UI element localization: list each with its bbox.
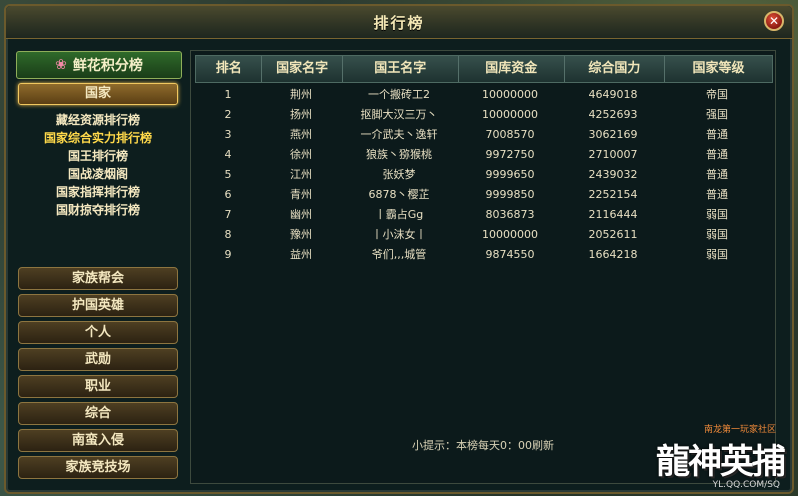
cell-power: 4649018 xyxy=(588,88,638,101)
sub-item-national-power-rank[interactable]: 国家综合实力排行榜 xyxy=(18,129,178,147)
cell-treasury: 10000000 xyxy=(482,108,538,121)
header-king-name: 国王名字 xyxy=(343,56,459,82)
cell-level: 普通 xyxy=(706,188,728,201)
cell-power: 1664218 xyxy=(588,248,638,261)
category-overall-button[interactable]: 综合 xyxy=(18,402,178,425)
cell-rank: 7 xyxy=(224,208,232,221)
table-row[interactable]: 8 豫州 丨小沫女丨 10000000 2052611 弱国 xyxy=(195,225,771,245)
cell-country: 燕州 xyxy=(290,128,312,141)
header-national-power: 综合国力 xyxy=(565,56,665,82)
window-title: 排行榜 xyxy=(373,14,425,32)
cell-king: 丨霸占Gg xyxy=(374,208,424,221)
sub-item-command-rank[interactable]: 国家指挥排行榜 xyxy=(18,183,178,201)
cell-king: 一个搬砖工2 xyxy=(368,88,430,101)
cell-treasury: 9874550 xyxy=(485,248,535,261)
cell-king: 张妖梦 xyxy=(382,168,416,181)
title-bar[interactable]: 排行榜 ✕ xyxy=(6,6,792,39)
cell-country: 徐州 xyxy=(290,148,312,161)
category-invasion-button[interactable]: 南蛮入侵 xyxy=(18,429,178,452)
header-treasury: 国库资金 xyxy=(459,56,565,82)
category-hero-button[interactable]: 护国英雄 xyxy=(18,294,178,317)
category-panel: ❀ 鲜花积分榜 国家 藏经资源排行榜 国家综合实力排行榜 国王排行榜 国战凌烟阁… xyxy=(16,51,182,481)
cell-treasury: 7008570 xyxy=(485,128,535,141)
cell-level: 普通 xyxy=(706,128,728,141)
header-rank: 排名 xyxy=(196,56,263,82)
cell-level: 弱国 xyxy=(706,228,728,241)
category-country-button[interactable]: 国家 xyxy=(18,83,178,105)
table-row[interactable]: 3 燕州 一介武夫丶逸轩 7008570 3062169 普通 xyxy=(195,125,771,145)
header-country-name: 国家名字 xyxy=(262,56,343,82)
category-merit-button[interactable]: 武勋 xyxy=(18,348,178,371)
cell-treasury: 9972750 xyxy=(485,148,535,161)
cell-king: 6878丶樱芷 xyxy=(368,188,430,201)
cell-power: 2052611 xyxy=(588,228,638,241)
cell-king: 一介武夫丶逸轩 xyxy=(360,128,438,141)
cell-country: 幽州 xyxy=(290,208,312,221)
cell-rank: 5 xyxy=(224,168,232,181)
cell-treasury: 10000000 xyxy=(482,88,538,101)
cell-level: 弱国 xyxy=(706,248,728,261)
cell-rank: 3 xyxy=(224,128,232,141)
sub-category-list: 藏经资源排行榜 国家综合实力排行榜 国王排行榜 国战凌烟阁 国家指挥排行榜 国财… xyxy=(18,111,178,219)
close-icon[interactable]: ✕ xyxy=(764,11,784,31)
flower-icon: ❀ xyxy=(55,57,67,73)
category-personal-button[interactable]: 个人 xyxy=(18,321,178,344)
table-header: 排名 国家名字 国王名字 国库资金 综合国力 国家等级 xyxy=(195,55,773,83)
cell-level: 普通 xyxy=(706,148,728,161)
cell-rank: 1 xyxy=(224,88,232,101)
cell-rank: 2 xyxy=(224,108,232,121)
cell-power: 3062169 xyxy=(588,128,638,141)
cell-treasury: 9999650 xyxy=(485,168,535,181)
table-row[interactable]: 5 江州 张妖梦 9999650 2439032 普通 xyxy=(195,165,771,185)
cell-rank: 8 xyxy=(224,228,232,241)
cell-power: 2439032 xyxy=(588,168,638,181)
sub-item-plunder-rank[interactable]: 国财掠夺排行榜 xyxy=(18,201,178,219)
table-row[interactable]: 2 扬州 抠脚大汉三万丶 10000000 4252693 强国 xyxy=(195,105,771,125)
table-row[interactable]: 6 青州 6878丶樱芷 9999850 2252154 普通 xyxy=(195,185,771,205)
flower-rank-button[interactable]: ❀ 鲜花积分榜 xyxy=(16,51,182,79)
cell-king: 抠脚大汉三万丶 xyxy=(360,108,438,121)
cell-power: 4252693 xyxy=(588,108,638,121)
table-row[interactable]: 1 荆州 一个搬砖工2 10000000 4649018 帝国 xyxy=(195,85,771,105)
cell-country: 青州 xyxy=(290,188,312,201)
cell-power: 2710007 xyxy=(588,148,638,161)
cell-level: 弱国 xyxy=(706,208,728,221)
cell-rank: 4 xyxy=(224,148,232,161)
logo-url: YL.QQ.COM/SQ xyxy=(712,480,780,490)
game-logo: 南龙第一玩家社区 龍神英捕 YL.QQ.COM/SQ xyxy=(646,420,794,492)
sub-item-king-rank[interactable]: 国王排行榜 xyxy=(18,147,178,165)
table-row[interactable]: 4 徐州 狼族丶猕猴桃 9972750 2710007 普通 xyxy=(195,145,771,165)
cell-power: 2116444 xyxy=(588,208,638,221)
cell-king: 丨小沫女丨 xyxy=(371,228,427,241)
cell-country: 豫州 xyxy=(290,228,312,241)
cell-power: 2252154 xyxy=(588,188,638,201)
ranking-table-panel: 排名 国家名字 国王名字 国库资金 综合国力 国家等级 1 荆州 一个搬砖工2 … xyxy=(190,50,776,484)
header-country-level: 国家等级 xyxy=(692,61,745,76)
category-clan-arena-button[interactable]: 家族竞技场 xyxy=(18,456,178,479)
cell-treasury: 9999850 xyxy=(485,188,535,201)
cell-level: 强国 xyxy=(706,108,728,121)
cell-king: 狼族丶猕猴桃 xyxy=(366,148,432,161)
cell-rank: 6 xyxy=(224,188,232,201)
cell-treasury: 8036873 xyxy=(485,208,535,221)
cell-country: 荆州 xyxy=(290,88,312,101)
table-row[interactable]: 7 幽州 丨霸占Gg 8036873 2116444 弱国 xyxy=(195,205,771,225)
cell-rank: 9 xyxy=(224,248,232,261)
cell-level: 帝国 xyxy=(706,88,728,101)
category-profession-button[interactable]: 职业 xyxy=(18,375,178,398)
table-body: 1 荆州 一个搬砖工2 10000000 4649018 帝国 2 扬州 抠脚大… xyxy=(195,85,771,265)
category-clan-guild-button[interactable]: 家族帮会 xyxy=(18,267,178,290)
cell-country: 益州 xyxy=(290,248,312,261)
cell-treasury: 10000000 xyxy=(482,228,538,241)
sub-item-treasure-rank[interactable]: 藏经资源排行榜 xyxy=(18,111,178,129)
flower-rank-label: 鲜花积分榜 xyxy=(72,58,143,74)
cell-king: 爷们,,,城管 xyxy=(371,248,427,261)
cell-level: 普通 xyxy=(706,168,728,181)
logo-title: 龍神英捕 xyxy=(656,442,786,482)
sub-item-war-pavilion[interactable]: 国战凌烟阁 xyxy=(18,165,178,183)
cell-country: 扬州 xyxy=(290,108,312,121)
table-row[interactable]: 9 益州 爷们,,,城管 9874550 1664218 弱国 xyxy=(195,245,771,265)
cell-country: 江州 xyxy=(290,168,312,181)
